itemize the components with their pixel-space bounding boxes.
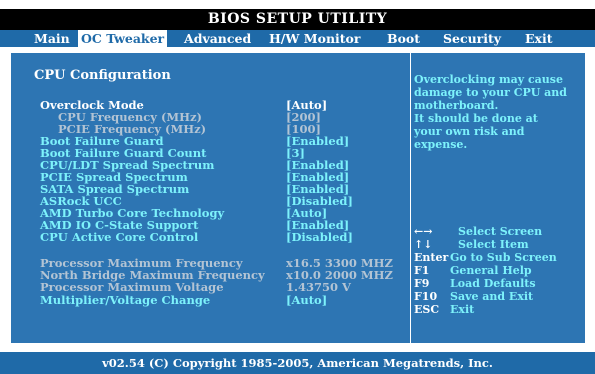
- key-desc: Exit: [450, 303, 475, 316]
- key-desc: Select Item: [458, 238, 529, 251]
- arrows-lr-icon: ←→: [414, 225, 433, 238]
- key-row: F9 Load Defaults: [414, 277, 584, 290]
- help-line: Overclocking may cause: [414, 73, 563, 86]
- setting-cpu-active-core-value[interactable]: [Disabled]: [286, 231, 353, 243]
- key-row: ←→ Select Screen: [414, 225, 584, 238]
- menu-hw-monitor[interactable]: H/W Monitor: [266, 30, 363, 47]
- key-row: Enter Go to Sub Screen: [414, 251, 584, 264]
- help-line: motherboard.: [414, 99, 499, 112]
- bios-screen: BIOS SETUP UTILITY Main OC Tweaker Advan…: [0, 0, 595, 374]
- setting-cpu-active-core-label[interactable]: CPU Active Core Control: [40, 231, 198, 243]
- bios-title: BIOS SETUP UTILITY: [0, 9, 595, 30]
- key-name: Enter: [414, 251, 449, 264]
- key-desc: Save and Exit: [450, 290, 534, 303]
- help-line: damage to your CPU and: [414, 86, 567, 99]
- key-desc: General Help: [450, 264, 532, 277]
- menu-main[interactable]: Main: [31, 30, 73, 47]
- key-name: ESC: [414, 303, 440, 316]
- menu-bar: Main OC Tweaker Advanced H/W Monitor Boo…: [0, 30, 595, 47]
- arrows-ud-icon: ↑↓: [414, 238, 433, 251]
- setting-multiplier-voltage-label[interactable]: Multiplier/Voltage Change: [40, 294, 210, 306]
- help-line: expense.: [414, 138, 468, 151]
- key-row: F10 Save and Exit: [414, 290, 584, 303]
- key-desc: Select Screen: [458, 225, 543, 238]
- key-name: F1: [414, 264, 430, 277]
- menu-boot[interactable]: Boot: [384, 30, 423, 47]
- menu-exit[interactable]: Exit: [522, 30, 556, 47]
- key-row: ↑↓ Select Item: [414, 238, 584, 251]
- key-row: F1 General Help: [414, 264, 584, 277]
- setting-multiplier-voltage-value[interactable]: [Auto]: [286, 294, 327, 306]
- key-legend: ←→ Select Screen ↑↓ Select Item Enter Go…: [414, 225, 584, 316]
- key-name: F9: [414, 277, 430, 290]
- info-processor-max-voltage-value: 1.43750 V: [286, 280, 351, 294]
- key-name: F10: [414, 290, 438, 303]
- help-line: your own risk and: [414, 125, 525, 138]
- copyright-footer: v02.54 (C) Copyright 1985-2005, American…: [0, 352, 595, 374]
- panel-divider: [410, 53, 411, 343]
- key-desc: Go to Sub Screen: [450, 251, 557, 264]
- menu-security[interactable]: Security: [440, 30, 504, 47]
- menu-oc-tweaker[interactable]: OC Tweaker: [78, 30, 168, 47]
- section-title: CPU Configuration: [34, 68, 171, 83]
- key-row: ESC Exit: [414, 303, 584, 316]
- menu-advanced[interactable]: Advanced: [181, 30, 254, 47]
- help-line: It should be done at: [414, 112, 538, 125]
- info-processor-max-voltage-label: Processor Maximum Voltage: [40, 280, 224, 294]
- key-desc: Load Defaults: [450, 277, 536, 290]
